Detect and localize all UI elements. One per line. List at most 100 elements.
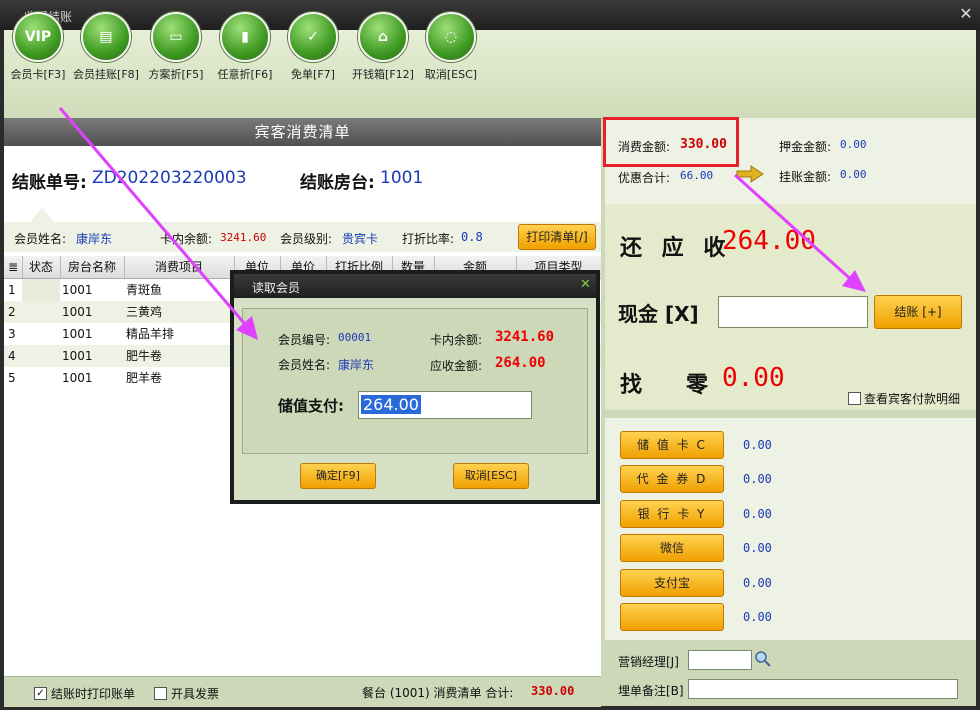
due-value: 264.00 [722, 226, 816, 256]
col-status[interactable]: 状态 [22, 256, 61, 278]
cash-label: 现金 [X] [618, 302, 699, 326]
row-item: 肥羊卷 [126, 371, 163, 385]
row-number: 4 [8, 349, 16, 363]
print-on-checkout-checkbox[interactable]: ✓ [34, 687, 47, 700]
dialog-member-name-value: 康岸东 [338, 358, 375, 372]
credit-value: 0.00 [840, 168, 867, 181]
dialog-stored-pay-value: 264.00 [361, 395, 421, 414]
row-item: 精品羊排 [126, 327, 175, 341]
issue-invoice-checkbox[interactable] [154, 687, 167, 700]
guest-detail-label: 查看宾客付款明细 [864, 392, 961, 406]
alipay-amount: 0.00 [743, 576, 772, 590]
discount-total-label: 优惠合计: [618, 171, 671, 185]
bank-card-amount: 0.00 [743, 507, 772, 521]
member-credit-button[interactable]: ▤ 会员挂账[F8] [72, 4, 140, 84]
row-item: 肥牛卷 [126, 349, 163, 363]
credit-label: 挂账金额: [779, 170, 832, 184]
dialog-member-no-value: 00001 [338, 331, 372, 344]
search-icon[interactable] [754, 650, 772, 668]
member-card-label: 会员卡[F3] [10, 68, 66, 81]
stored-value-card-button[interactable]: 储 值 卡 C [620, 431, 724, 459]
row-room: 1001 [62, 283, 93, 297]
footer-total: 330.00 [531, 684, 575, 698]
dialog-ok-button[interactable]: 确定[F9] [300, 463, 376, 489]
remark-input[interactable] [688, 679, 958, 699]
card-balance-value: 3241.60 [220, 231, 267, 244]
checkout-button[interactable]: 结账 [+] [874, 295, 962, 329]
row-number: 2 [8, 305, 16, 319]
member-card-button[interactable]: VIP 会员卡[F3] [4, 4, 72, 84]
bill-no-label: 结账单号: [12, 173, 87, 193]
open-cash-drawer-button[interactable]: ⌂ 开钱箱[F12] [349, 4, 417, 84]
dialog-title: 读取会员 [252, 281, 301, 295]
cash-drawer-icon: ⌂ [358, 12, 408, 62]
member-name-value: 康岸东 [76, 232, 113, 246]
highlight-box [603, 117, 739, 167]
dialog-close-icon[interactable]: ✕ [580, 277, 591, 292]
row-item: 青斑鱼 [126, 283, 163, 297]
free-order-button[interactable]: ✓ 免单[F7] [279, 4, 347, 84]
deposit-value: 0.00 [840, 138, 867, 151]
row-room: 1001 [62, 371, 93, 385]
manager-input[interactable] [688, 650, 752, 670]
alipay-button[interactable]: 支付宝 [620, 569, 724, 597]
free-discount-button[interactable]: ▮ 任意折[F6] [211, 4, 279, 84]
member-name-label: 会员姓名: [14, 232, 67, 246]
voucher-button[interactable]: 代 金 券 D [620, 465, 724, 493]
col-item[interactable]: 消费项目 [124, 256, 235, 278]
row-room: 1001 [62, 305, 93, 319]
row-number: 3 [8, 327, 16, 341]
plan-discount-button[interactable]: ▭ 方案折[F5] [142, 4, 210, 84]
voucher-amount: 0.00 [743, 472, 772, 486]
dialog-member-name-label: 会员姓名: [278, 358, 331, 372]
dialog-stored-pay-input[interactable]: 264.00 [358, 391, 532, 419]
discount-total-value: 66.00 [680, 169, 714, 182]
open-cash-drawer-label: 开钱箱[F12] [352, 68, 414, 81]
blank-payment-amount: 0.00 [743, 610, 772, 624]
grid-menu-icon[interactable]: ≣ [4, 256, 23, 278]
dialog-member-no-label: 会员编号: [278, 333, 331, 347]
cancel-circle-icon: ◌ [426, 12, 476, 62]
deposit-label: 押金金额: [779, 140, 832, 154]
guest-detail-checkbox[interactable] [848, 392, 861, 405]
callout-pointer [30, 208, 54, 222]
row-room: 1001 [62, 349, 93, 363]
window-close-icon[interactable]: ✕ [956, 4, 976, 24]
wechat-amount: 0.00 [743, 541, 772, 555]
cancel-label: 取消[ESC] [424, 68, 478, 81]
print-on-checkout-label: 结账时打印账单 [51, 687, 136, 701]
cash-input[interactable] [718, 296, 868, 328]
bank-card-button[interactable]: 银 行 卡 Y [620, 500, 724, 528]
dialog-cancel-button[interactable]: 取消[ESC] [453, 463, 529, 489]
card-balance-label: 卡内余额: [160, 232, 213, 246]
manager-label: 营销经理[J] [618, 655, 679, 669]
dialog-balance-label: 卡内余额: [430, 333, 483, 347]
row-number: 5 [8, 371, 16, 385]
discount-rate-value: 0.8 [461, 230, 483, 244]
change-value: 0.00 [722, 363, 785, 393]
stored-value-card-amount: 0.00 [743, 438, 772, 452]
cancel-button[interactable]: ◌ 取消[ESC] [417, 4, 485, 84]
vip-icon: VIP [13, 12, 63, 62]
discount-rate-label: 打折比率: [402, 232, 455, 246]
col-room[interactable]: 房台名称 [60, 256, 125, 278]
bill-panel-title: 宾客消费清单 [4, 118, 601, 146]
issue-invoice-label: 开具发票 [171, 687, 220, 701]
print-list-button[interactable]: 打印清单[/] [518, 224, 596, 250]
dialog-stored-pay-label: 储值支付: [278, 397, 344, 415]
member-level-label: 会员级别: [280, 232, 333, 246]
window-icon: ▭ [151, 12, 201, 62]
dialog-receivable-value: 264.00 [495, 355, 546, 371]
document-icon: ▤ [81, 12, 131, 62]
member-credit-label: 会员挂账[F8] [73, 68, 139, 81]
free-order-label: 免单[F7] [291, 68, 335, 81]
change-label: 找 零 [620, 373, 709, 398]
dialog-balance-value: 3241.60 [495, 329, 555, 345]
room-label: 结账房台: [300, 173, 375, 193]
due-label: 还 应 收 [620, 236, 732, 261]
free-discount-label: 任意折[F6] [217, 68, 273, 81]
paper-icon: ▮ [220, 12, 270, 62]
wechat-button[interactable]: 微信 [620, 534, 724, 562]
blank-payment-button[interactable] [620, 603, 724, 631]
footer-summary: 餐台 (1001) 消费清单 合计: [362, 686, 514, 700]
